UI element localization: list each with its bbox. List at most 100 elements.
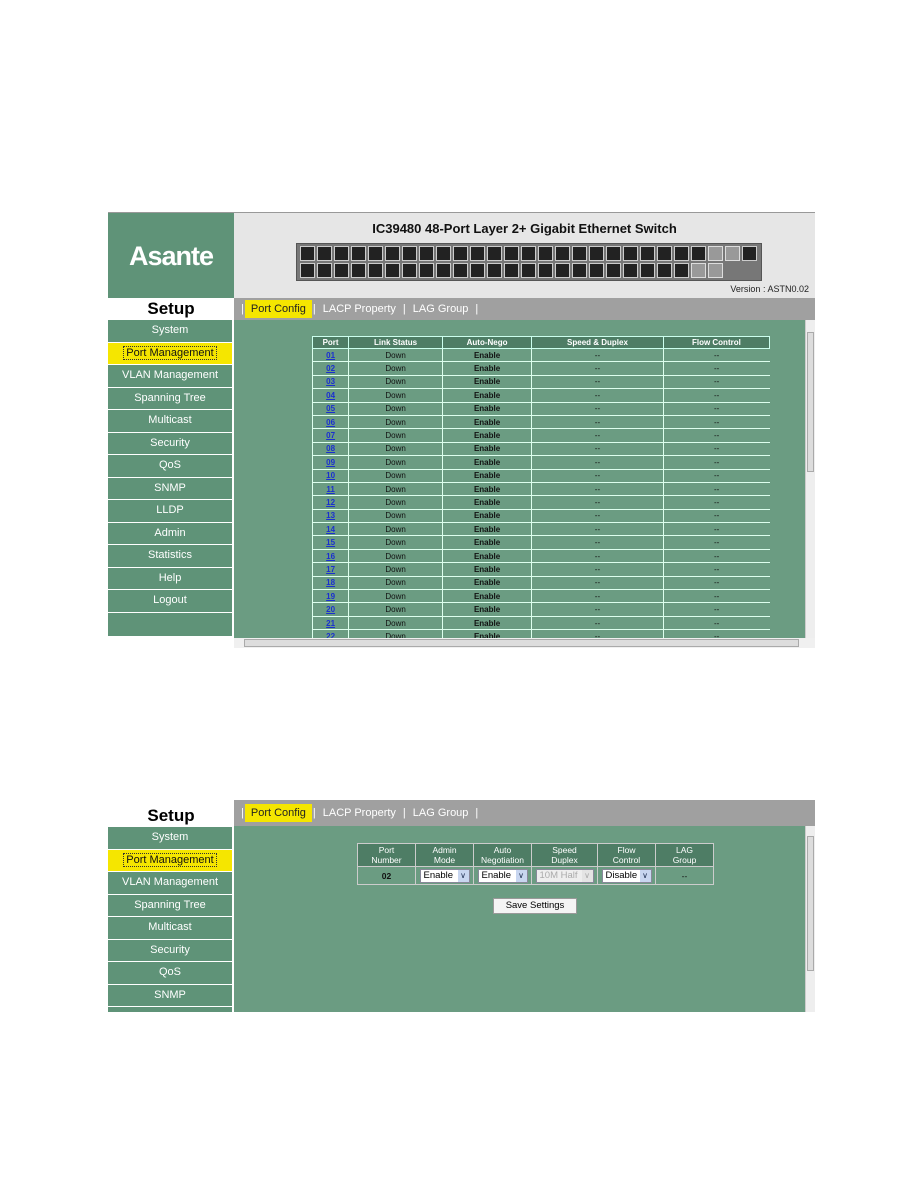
scroll-thumb[interactable] xyxy=(807,332,814,472)
sidebar-item-admin[interactable]: Admin xyxy=(108,522,234,545)
ethernet-port-icon[interactable] xyxy=(419,246,434,261)
ethernet-port-icon[interactable] xyxy=(470,263,485,278)
switch-port-panel[interactable] xyxy=(296,243,762,281)
ethernet-port-icon[interactable] xyxy=(521,263,536,278)
port-link[interactable]: 19 xyxy=(326,592,335,601)
ethernet-port-icon[interactable] xyxy=(606,263,621,278)
port-link[interactable]: 04 xyxy=(326,391,335,400)
ethernet-port-icon[interactable] xyxy=(419,263,434,278)
sidebar-item-snmp[interactable]: SNMP xyxy=(108,477,234,500)
sidebar-item-statistics[interactable]: Statistics xyxy=(108,545,234,568)
port-link[interactable]: 10 xyxy=(326,471,335,480)
vertical-scrollbar[interactable] xyxy=(805,320,815,638)
ethernet-port-icon[interactable] xyxy=(368,263,383,278)
port-link[interactable]: 01 xyxy=(326,351,335,360)
ethernet-port-icon[interactable] xyxy=(470,246,485,261)
port-link[interactable]: 20 xyxy=(326,605,335,614)
ethernet-port-icon[interactable] xyxy=(334,263,349,278)
port-link[interactable]: 12 xyxy=(326,498,335,507)
sidebar-item-help[interactable]: Help xyxy=(108,567,234,590)
sidebar-item-lldp[interactable]: LLDP xyxy=(108,500,234,523)
tab-port-config[interactable]: Port Config xyxy=(244,300,312,318)
ethernet-port-icon[interactable] xyxy=(402,246,417,261)
port-link[interactable]: 05 xyxy=(326,404,335,413)
save-settings-button[interactable]: Save Settings xyxy=(493,898,577,914)
ethernet-port-icon[interactable] xyxy=(385,246,400,261)
ethernet-port-icon[interactable] xyxy=(521,246,536,261)
sidebar-item-logout[interactable]: Logout xyxy=(108,590,234,613)
port-link[interactable]: 18 xyxy=(326,578,335,587)
port-link[interactable]: 13 xyxy=(326,511,335,520)
ethernet-port-icon[interactable] xyxy=(640,246,655,261)
ethernet-port-icon[interactable] xyxy=(538,263,553,278)
port-link[interactable]: 02 xyxy=(326,364,335,373)
ethernet-port-icon[interactable] xyxy=(317,263,332,278)
ethernet-port-icon[interactable] xyxy=(606,246,621,261)
sidebar-item-port-management[interactable]: Port Management xyxy=(108,342,234,365)
sidebar-item-qos[interactable]: QoS xyxy=(108,962,234,985)
sidebar-item-system[interactable]: System xyxy=(108,320,234,343)
ethernet-port-icon[interactable] xyxy=(589,246,604,261)
ethernet-port-icon[interactable] xyxy=(504,246,519,261)
port-link[interactable]: 11 xyxy=(326,485,334,494)
ethernet-port-icon[interactable] xyxy=(453,246,468,261)
auto-negotiation-select[interactable]: Enable ∨ xyxy=(477,868,528,883)
ethernet-port-icon[interactable] xyxy=(453,263,468,278)
flow-control-select[interactable]: Disable ∨ xyxy=(601,868,652,883)
sidebar-item-multicast[interactable]: Multicast xyxy=(108,917,234,940)
ethernet-port-icon[interactable] xyxy=(487,263,502,278)
ethernet-port-icon[interactable] xyxy=(623,246,638,261)
sidebar-item-qos[interactable]: QoS xyxy=(108,455,234,478)
sidebar-item-system[interactable]: System xyxy=(108,827,234,850)
sfp-port-icon[interactable] xyxy=(708,263,723,278)
ethernet-port-icon[interactable] xyxy=(589,263,604,278)
ethernet-port-icon[interactable] xyxy=(691,246,706,261)
port-link[interactable]: 08 xyxy=(326,444,335,453)
ethernet-port-icon[interactable] xyxy=(555,263,570,278)
ethernet-port-icon[interactable] xyxy=(572,263,587,278)
port-link[interactable]: 06 xyxy=(326,418,335,427)
sfp-port-icon[interactable] xyxy=(725,246,740,261)
port-link[interactable]: 21 xyxy=(326,619,335,628)
horizontal-scrollbar[interactable] xyxy=(234,638,815,648)
sidebar-item-spanning-tree[interactable]: Spanning Tree xyxy=(108,894,234,917)
ethernet-port-icon[interactable] xyxy=(572,246,587,261)
ethernet-port-icon[interactable] xyxy=(487,246,502,261)
ethernet-port-icon[interactable] xyxy=(538,246,553,261)
tab-port-config[interactable]: Port Config xyxy=(244,804,312,822)
sidebar-item-port-management[interactable]: Port Management xyxy=(108,849,234,872)
ethernet-port-icon[interactable] xyxy=(657,263,672,278)
ethernet-port-icon[interactable] xyxy=(640,263,655,278)
scroll-thumb[interactable] xyxy=(807,836,814,971)
port-link[interactable]: 17 xyxy=(326,565,335,574)
ethernet-port-icon[interactable] xyxy=(504,263,519,278)
ethernet-port-icon[interactable] xyxy=(674,263,689,278)
ethernet-port-icon[interactable] xyxy=(436,263,451,278)
ethernet-port-icon[interactable] xyxy=(674,246,689,261)
port-link[interactable]: 14 xyxy=(326,525,335,534)
sidebar-item-multicast[interactable]: Multicast xyxy=(108,410,234,433)
ethernet-port-icon[interactable] xyxy=(623,263,638,278)
scroll-thumb[interactable] xyxy=(244,639,799,647)
sidebar-item-vlan-management[interactable]: VLAN Management xyxy=(108,872,234,895)
ethernet-port-icon[interactable] xyxy=(334,246,349,261)
sfp-port-icon[interactable] xyxy=(691,263,706,278)
tab-lag-group[interactable]: LAG Group xyxy=(407,300,475,318)
ethernet-port-icon[interactable] xyxy=(368,246,383,261)
vertical-scrollbar[interactable] xyxy=(805,826,815,1012)
ethernet-port-icon[interactable] xyxy=(385,263,400,278)
port-link[interactable]: 03 xyxy=(326,377,335,386)
ethernet-port-icon[interactable] xyxy=(657,246,672,261)
tab-lag-group[interactable]: LAG Group xyxy=(407,804,475,822)
ethernet-port-icon[interactable] xyxy=(742,246,757,261)
sidebar-item-lldp[interactable]: LLDP xyxy=(108,1007,234,1012)
sidebar-item-security[interactable]: Security xyxy=(108,939,234,962)
tab-lacp-property[interactable]: LACP Property xyxy=(317,804,402,822)
sidebar-item-vlan-management[interactable]: VLAN Management xyxy=(108,365,234,388)
sidebar-item-spanning-tree[interactable]: Spanning Tree xyxy=(108,387,234,410)
ethernet-port-icon[interactable] xyxy=(351,263,366,278)
ethernet-port-icon[interactable] xyxy=(317,246,332,261)
ethernet-port-icon[interactable] xyxy=(300,263,315,278)
admin-mode-select[interactable]: Enable ∨ xyxy=(419,868,470,883)
sfp-port-icon[interactable] xyxy=(708,246,723,261)
